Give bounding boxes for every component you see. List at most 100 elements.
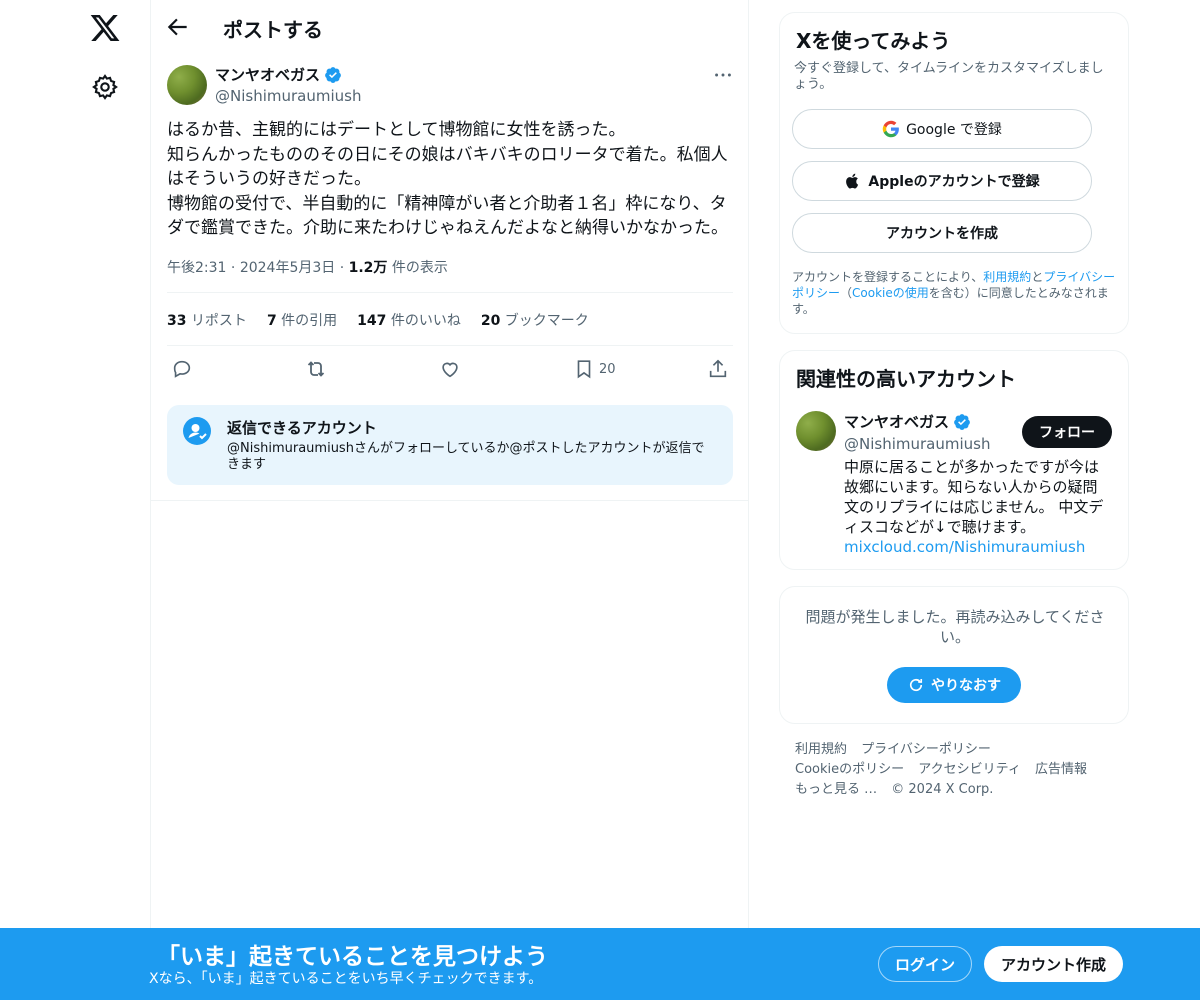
create-account-button[interactable]: アカウントを作成 [792, 213, 1092, 253]
footer-link[interactable]: Cookieのポリシー [795, 762, 904, 777]
apple-signup-button[interactable]: Appleのアカウントで登録 [792, 161, 1092, 201]
related-name[interactable]: マンヤオベガス [844, 411, 971, 432]
related-bio: 中原に居ることが多かったですが今は 故郷にいます。知らない人からの疑問 文のリプ… [844, 457, 1114, 557]
page-title: ポストする [223, 18, 323, 42]
author-name[interactable]: マンヤオベガス [215, 64, 342, 85]
post-text: はるか昔、主観的にはデートとして博物館に女性を誘った。 知らんかったもののその日… [167, 118, 737, 241]
stat-count: 20 [480, 313, 501, 329]
separator-dot: · [339, 260, 349, 276]
bottom-bar-title: 「いま」起きていることを見つけよう [157, 944, 548, 970]
share-button[interactable] [707, 356, 729, 382]
terms-text: アカウントを登録することにより、利用規約とプライバシーポリシー（Cookieの使… [792, 269, 1117, 317]
error-message: 問題が発生しました。再読み込みしてください。 [805, 608, 1105, 646]
stat-reposts[interactable]: 33 リポスト [167, 310, 247, 330]
google-icon [882, 120, 899, 138]
post-meta: 午後2:31 · 2024年5月3日 · 1.2万 件の表示 [167, 257, 448, 277]
share-icon [709, 359, 727, 378]
bio-line: 文のリプライには応じません。 中文デ [844, 498, 1104, 516]
divider [167, 292, 733, 293]
login-button[interactable]: ログイン [878, 946, 972, 982]
create-account-button[interactable]: アカウント作成 [984, 946, 1123, 982]
stat-label: ブックマーク [504, 313, 589, 329]
author-name-text: マンヤオベガス [215, 66, 321, 84]
terms-paren: （ [840, 286, 853, 300]
more-options-icon[interactable] [711, 64, 735, 86]
verified-badge-icon [325, 66, 341, 83]
post-date[interactable]: 2024年5月3日 [240, 260, 335, 276]
footer-more-link[interactable]: もっと見る … [795, 782, 877, 797]
reply-restriction-description: @Nishimuraumiushさんがフォローしているか@ポストしたアカウントが… [227, 441, 705, 472]
bookmark-count: 20 [599, 361, 616, 377]
stat-label: リポスト [190, 313, 247, 329]
post-text-line: 博物館の受付で、半自動的に「精神障がい者と介助者１名」枠になり、タ [167, 193, 727, 214]
bottom-bar-subtitle: Xなら、「いま」起きていることをいち早くチェックできます。 [149, 971, 543, 987]
back-arrow-icon[interactable] [165, 14, 191, 40]
stat-count: 33 [167, 313, 187, 329]
divider [167, 345, 733, 346]
mention-user-icon [183, 417, 211, 445]
stat-label: 件の引用 [281, 313, 338, 329]
left-nav [0, 0, 150, 1000]
apple-icon [846, 173, 859, 189]
stat-quotes[interactable]: 7 件の引用 [267, 310, 337, 330]
reply-restriction-box: 返信できるアカウント @Nishimuraumiushさんがフォローしているか@… [167, 405, 733, 485]
avatar[interactable] [796, 411, 836, 451]
cookie-link[interactable]: Cookieの使用 [852, 286, 929, 300]
related-name-text: マンヤオベガス [844, 413, 950, 431]
divider [151, 500, 749, 501]
post-time[interactable]: 午後2:31 [167, 260, 226, 276]
reply-restriction-title: 返信できるアカウント [227, 419, 377, 437]
footer-copyright: © 2024 X Corp. [891, 782, 994, 797]
stat-bookmarks[interactable]: 20 ブックマーク [481, 310, 589, 330]
footer-link[interactable]: 利用規約 [795, 742, 847, 757]
bottom-signup-bar: 「いま」起きていることを見つけよう Xなら、「いま」起きていることをいち早くチェ… [0, 928, 1200, 1000]
like-button[interactable] [439, 356, 461, 382]
avatar[interactable] [167, 65, 207, 105]
retry-button[interactable]: やりなおす [887, 667, 1021, 703]
post-text-line: はそういうの好きだった。 [167, 169, 371, 189]
post-actions: 20 [167, 356, 737, 384]
post-text-line: はるか昔、主観的にはデートとして博物館に女性を誘った。 [167, 120, 626, 140]
google-signup-button[interactable]: Google で登録 [792, 109, 1092, 149]
author-handle[interactable]: @Nishimuraumiush [215, 87, 361, 105]
bookmark-button[interactable]: 20 [573, 356, 616, 382]
stat-count: 147 [357, 313, 387, 329]
main-column: ポストする マンヤオベガス @Nishimuraumiush はるか昔、主観的に… [150, 0, 749, 1000]
bio-line: 故郷にいます。知らない人からの疑問 [844, 478, 1098, 496]
footer-links: 利用規約 プライバシーポリシー Cookieのポリシー アクセシビリティ 広告情… [795, 740, 1125, 800]
post-stats: 33 リポスト 7 件の引用 147 件のいいね 20 ブックマーク [167, 310, 589, 330]
bio-line: ィスコなどが↓で聴けます。 [844, 518, 1036, 536]
follow-button[interactable]: フォロー [1022, 416, 1112, 448]
footer-link[interactable]: プライバシーポリシー [861, 742, 991, 757]
reply-icon [173, 360, 191, 378]
error-card: 問題が発生しました。再読み込みしてください。 やりなおす [779, 586, 1129, 724]
apple-signup-label: Appleのアカウントで登録 [868, 174, 1040, 190]
stat-likes[interactable]: 147 件のいいね [357, 310, 461, 330]
terms-link[interactable]: 利用規約 [983, 270, 1031, 284]
retry-label: やりなおす [931, 678, 1001, 694]
stat-label: 件のいいね [390, 313, 461, 329]
signup-subtitle: 今すぐ登録して、タイムラインをカスタマイズしましょう。 [794, 61, 1104, 92]
x-logo-icon[interactable] [89, 12, 121, 44]
create-account-label: アカウントを作成 [886, 226, 998, 242]
footer-link[interactable]: 広告情報 [1035, 762, 1087, 777]
verified-badge-icon [954, 413, 970, 430]
related-handle[interactable]: @Nishimuraumiush [844, 435, 990, 453]
separator-dot: · [230, 260, 240, 276]
gear-icon[interactable] [91, 73, 119, 101]
related-title: 関連性の高いアカウント [796, 367, 1016, 391]
signup-card: Xを使ってみよう 今すぐ登録して、タイムラインをカスタマイズしましょう。 Goo… [779, 12, 1129, 334]
repost-button[interactable] [304, 356, 328, 382]
google-signup-label: Google で登録 [906, 122, 1002, 138]
related-accounts-card: 関連性の高いアカウント マンヤオベガス @Nishimuraumiush フォロ… [779, 350, 1129, 570]
bio-line: 中原に居ることが多かったですが今は [844, 458, 1100, 476]
footer-link[interactable]: アクセシビリティ [918, 762, 1021, 777]
reply-button[interactable] [171, 356, 193, 382]
bio-link[interactable]: mixcloud.com/Nishimuraumiush [844, 537, 1114, 557]
repost-icon [307, 361, 325, 377]
bookmark-icon [577, 360, 591, 379]
post-text-line: 知らんかったもののその日にその娘はバキバキのロリータで着た。私個人 [167, 144, 728, 165]
views-label: 件の表示 [391, 260, 448, 276]
terms-and: と [1031, 270, 1044, 284]
views-count: 1.2万 [348, 260, 388, 276]
